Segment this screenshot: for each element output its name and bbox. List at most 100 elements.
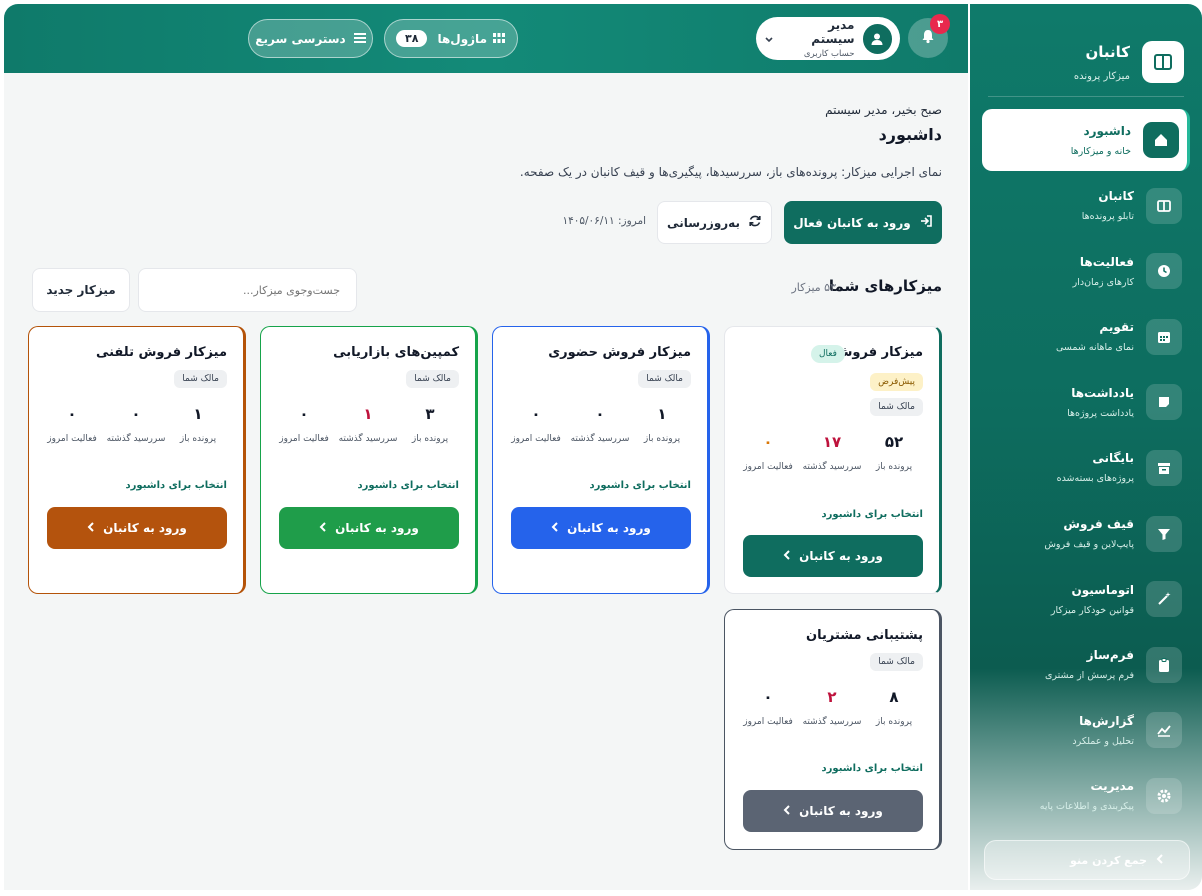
open-count: ۵۲ — [884, 433, 904, 451]
overdue-count: ۰ — [131, 405, 141, 423]
select-for-dashboard-link[interactable]: انتخاب برای داشبورد — [358, 480, 459, 491]
sidebar-item-calendar[interactable]: تقویم نمای ماهانه شمسی — [982, 306, 1190, 368]
enter-kanban-button[interactable]: ورود به کانبان — [279, 507, 459, 549]
enter-active-kanban-button[interactable]: ورود به کانبان فعال — [784, 201, 942, 244]
open-count: ۱ — [193, 405, 203, 423]
sidebar-item-form-builder[interactable]: فرم‌ساز فرم پرسش از مشتری — [982, 634, 1190, 696]
activity-count: ۰ — [299, 405, 309, 423]
kanban-board-icon — [1142, 41, 1184, 83]
sidebar-item-label: قیف فروش — [1063, 517, 1134, 532]
refresh-button[interactable]: به‌روزرسانی — [657, 201, 772, 244]
quick-access-button[interactable]: دسترسی سریع — [248, 19, 373, 58]
modules-button[interactable]: ماژول‌ها ۳۸ — [384, 19, 518, 58]
open-stat: ۱ پرونده باز — [167, 405, 229, 448]
workspace-title: میزکار فروش حضوری — [548, 345, 691, 360]
calendar-icon — [1146, 318, 1182, 355]
sidebar-item-label: بایگانی — [1092, 451, 1134, 466]
refresh-label: به‌روزرسانی — [667, 215, 740, 230]
sidebar-item-label: کانبان — [1098, 189, 1134, 204]
sidebar-item-kanban[interactable]: کانبان تابلو پرونده‌ها — [982, 175, 1190, 237]
new-workspace-button[interactable]: میزکار جدید — [32, 268, 130, 312]
sidebar-item-sub: یادداشت پروژه‌ها — [1067, 407, 1134, 419]
activity-label: فعالیت امروز — [279, 434, 329, 444]
modules-count-badge: ۳۸ — [396, 30, 428, 47]
sidebar-item-label: یادداشت‌ها — [1071, 385, 1134, 400]
app-window: کانبان میزکار پرونده داشبورد خانه و میزکا… — [0, 0, 1202, 896]
owner-badge: مالک شما — [870, 653, 923, 671]
activity-label: فعالیت امروز — [47, 434, 97, 444]
sidebar-item-automation[interactable]: اتوماسیون قوانین خودکار میزکار — [982, 568, 1190, 630]
sidebar-item-sales-funnel[interactable]: قیف فروش پایپ‌لاین و قیف فروش — [982, 503, 1190, 565]
menu-icon — [353, 32, 366, 46]
sidebar-item-label: فعالیت‌ها — [1079, 254, 1134, 269]
open-stat: ۸ پرونده باز — [863, 688, 925, 731]
notifications-button[interactable]: ۳ — [908, 14, 950, 58]
chevron-left-icon — [551, 521, 559, 536]
open-count: ۱ — [657, 405, 667, 423]
enter-kanban-button[interactable]: ورود به کانبان — [743, 790, 923, 832]
workspace-card: میزکار فروش فعال پیش‌فرض مالک شما ۵۲ پرو… — [724, 326, 942, 594]
today-date: امروز: ۱۴۰۵/۰۶/۱۱ — [562, 215, 646, 227]
sidebar-item-reports[interactable]: گزارش‌ها تحلیل و عملکرد — [982, 699, 1190, 761]
select-for-dashboard-link[interactable]: انتخاب برای داشبورد — [822, 763, 923, 774]
brand[interactable]: کانبان میزکار پرونده — [982, 4, 1190, 94]
overdue-stat: ۰ سررسید گذشته — [105, 405, 167, 448]
workspace-card: پشتیبانی مشتریان مالک شما ۸ پرونده باز ۲… — [724, 609, 942, 850]
sidebar-divider — [988, 96, 1184, 97]
activity-stat: ۰ فعالیت امروز — [41, 405, 103, 448]
overdue-count: ۲ — [827, 688, 837, 706]
enter-kanban-button[interactable]: ورود به کانبان — [743, 535, 923, 577]
collapse-menu-label: جمع کردن منو — [1070, 853, 1147, 867]
sidebar-item-label: فرم‌ساز — [1086, 648, 1134, 663]
sidebar-item-label: داشبورد — [1083, 123, 1131, 138]
overdue-count: ۱۷ — [822, 433, 842, 451]
workspace-title: پشتیبانی مشتریان — [806, 628, 923, 643]
avatar — [862, 23, 892, 54]
workspace-card: کمپین‌های بازاریابی مالک شما ۳ پرونده با… — [260, 326, 478, 594]
open-label: پرونده باز — [411, 434, 449, 444]
select-for-dashboard-link[interactable]: انتخاب برای داشبورد — [126, 480, 227, 491]
page-title: داشبورد — [878, 125, 942, 144]
active-badge: فعال — [811, 345, 845, 363]
collapse-menu-button[interactable]: جمع کردن منو — [984, 840, 1190, 880]
workspace-card: میزکار فروش حضوری مالک شما ۱ پرونده باز … — [492, 326, 710, 594]
sidebar-item-notes[interactable]: یادداشت‌ها یادداشت پروژه‌ها — [982, 371, 1190, 433]
page-description: نمای اجرایی میزکار: پرونده‌های باز، سررس… — [519, 165, 942, 179]
enter-kanban-label: ورود به کانبان — [103, 521, 187, 535]
kanban-icon — [1146, 187, 1182, 224]
sidebar-item-archive[interactable]: بایگانی پروژه‌های بسته‌شده — [982, 437, 1190, 499]
sidebar-item-sub: نمای ماهانه شمسی — [1056, 342, 1134, 354]
enter-kanban-label: ورود به کانبان — [799, 549, 883, 563]
workspace-search-input[interactable] — [138, 268, 357, 312]
enter-kanban-button[interactable]: ورود به کانبان — [511, 507, 691, 549]
user-menu[interactable]: مدیر سیستم حساب کاربری — [756, 17, 900, 60]
activity-stat: ۰ فعالیت امروز — [273, 405, 335, 448]
activity-stat: ۰ فعالیت امروز — [737, 433, 799, 476]
activity-label: فعالیت امروز — [743, 717, 793, 727]
sidebar-item-management[interactable]: مدیریت پیکربندی و اطلاعات پایه — [982, 765, 1190, 827]
sidebar-item-sub: فرم پرسش از مشتری — [1044, 670, 1134, 682]
overdue-label: سررسید گذشته — [338, 434, 398, 444]
note-icon — [1146, 384, 1182, 421]
chevron-left-icon — [783, 549, 791, 564]
overdue-label: سررسید گذشته — [106, 434, 166, 444]
magic-wand-icon — [1146, 581, 1182, 618]
open-count: ۸ — [889, 688, 899, 706]
topbar: ۳ مدیر سیستم حساب کاربری ماژول‌ها ۳۸ دست… — [4, 4, 968, 73]
sidebar-item-activities[interactable]: فعالیت‌ها کارهای زمان‌دار — [982, 240, 1190, 302]
owner-badge: مالک شما — [638, 370, 691, 388]
main-content: صبح بخیر، مدیر سیستم داشبورد نمای اجرایی… — [4, 73, 968, 890]
sidebar-item-dashboard[interactable]: داشبورد خانه و میزکارها — [982, 109, 1190, 171]
user-name: مدیر سیستم — [811, 18, 855, 46]
enter-kanban-button[interactable]: ورود به کانبان — [47, 507, 227, 549]
workspace-card: میزکار فروش تلفنی مالک شما ۱ پرونده باز … — [28, 326, 246, 594]
overdue-stat: ۲ سررسید گذشته — [801, 688, 863, 731]
user-role: حساب کاربری — [803, 49, 855, 59]
brand-subtitle: میزکار پرونده — [1073, 70, 1130, 82]
open-count: ۳ — [425, 405, 435, 423]
sidebar-item-sub: پیکربندی و اطلاعات پایه — [1039, 801, 1134, 813]
activity-count: ۰ — [763, 688, 773, 706]
sidebar: کانبان میزکار پرونده داشبورد خانه و میزکا… — [970, 4, 1202, 890]
select-for-dashboard-link[interactable]: انتخاب برای داشبورد — [590, 480, 691, 491]
select-for-dashboard-link[interactable]: انتخاب برای داشبورد — [822, 509, 923, 520]
